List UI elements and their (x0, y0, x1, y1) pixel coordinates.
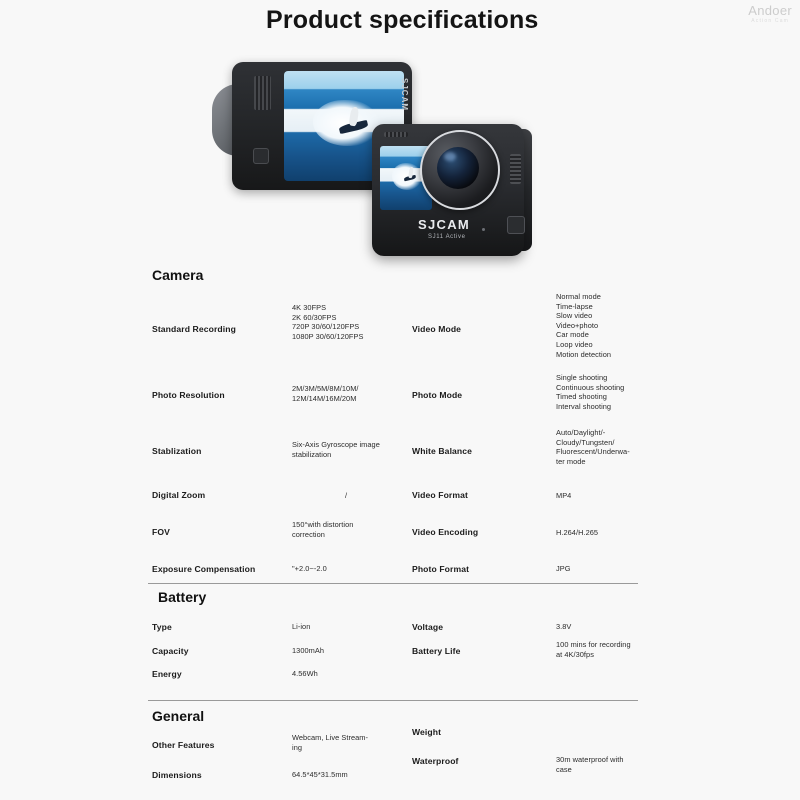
spec-value-photo-mode: Single shooting Continuous shooting Time… (556, 373, 625, 411)
spec-value-other-features: Webcam, Live Stream- ing (292, 733, 369, 752)
spec-value-voltage: 3.8V (556, 622, 572, 631)
spec-label-capacity: Capacity (152, 646, 189, 656)
spec-value-photo-resolution: 2M/3M/5M/8M/10M/ 12M/14M/16M/20M (292, 384, 359, 403)
spec-value-type: Li-ion (292, 622, 311, 631)
section-divider-camera-battery (148, 583, 638, 584)
section-heading-battery: Battery (158, 589, 207, 605)
spec-value-dimensions: 64.5*45*31.5mm (292, 770, 348, 779)
spec-label-video-mode: Video Mode (412, 324, 462, 334)
spec-label-type: Type (152, 622, 172, 632)
section-heading-camera: Camera (152, 267, 204, 283)
spec-value-exposure-compensation: "+2.0~-2.0 (292, 564, 327, 573)
spec-label-video-format: Video Format (412, 490, 468, 500)
spec-label-dimensions: Dimensions (152, 770, 202, 780)
spec-label-waterproof: Waterproof (412, 756, 459, 766)
spec-value-digital-zoom: / (345, 491, 348, 500)
section-heading-general: General (152, 708, 205, 724)
spec-value-video-mode: Normal mode Time-lapse Slow video Video+… (556, 292, 612, 359)
spec-value-fov: 150°with distortion correction (292, 520, 354, 539)
spec-label-video-encoding: Video Encoding (412, 527, 479, 537)
spec-label-standard-recording: Standard Recording (152, 324, 236, 334)
spec-label-digital-zoom: Digital Zoom (152, 490, 206, 500)
spec-value-energy: 4.56Wh (292, 669, 318, 678)
spec-label-photo-format: Photo Format (412, 564, 470, 574)
spec-label-voltage: Voltage (412, 622, 444, 632)
spec-value-capacity: 1300mAh (292, 646, 324, 655)
spec-value-standard-recording: 4K 30FPS 2K 60/30FPS 720P 30/60/120FPS 1… (292, 303, 364, 341)
specification-table: Camera Standard Recording 4K 30FPS 2K 60… (0, 0, 800, 800)
spec-value-waterproof: 30m waterproof with case (556, 755, 624, 774)
spec-label-photo-resolution: Photo Resolution (152, 390, 225, 400)
spec-value-video-encoding: H.264/H.265 (556, 528, 599, 537)
spec-value-white-balance: Auto/Daylight/- Cloudy/Tungsten/ Fluores… (556, 428, 630, 466)
spec-value-photo-format: JPG (556, 564, 571, 573)
spec-label-white-balance: White Balance (412, 446, 473, 456)
spec-value-battery-life: 100 mins for recording at 4K/30fps (556, 640, 631, 659)
spec-label-weight: Weight (412, 727, 442, 737)
spec-label-stablization: Stablization (152, 446, 202, 456)
section-divider-battery-general (148, 700, 638, 701)
spec-label-fov: FOV (152, 527, 170, 537)
spec-label-exposure-compensation: Exposure Compensation (152, 564, 256, 574)
spec-value-video-format: MP4 (556, 491, 572, 500)
spec-label-other-features: Other Features (152, 740, 215, 750)
spec-label-battery-life: Battery Life (412, 646, 461, 656)
spec-value-stablization: Six-Axis Gyroscope image stabilization (292, 440, 380, 459)
spec-label-photo-mode: Photo Mode (412, 390, 463, 400)
spec-label-energy: Energy (152, 669, 182, 679)
